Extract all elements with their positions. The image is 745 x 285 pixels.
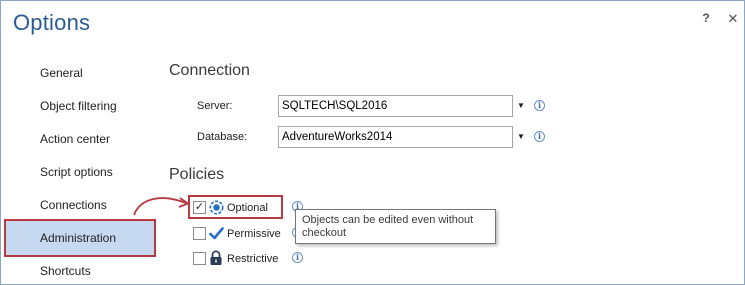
nav-item-administration[interactable]: Administration <box>4 219 156 257</box>
database-combobox[interactable]: AdventureWorks2014 <box>278 126 513 148</box>
options-dialog: Options ? ✕ General Object filtering Act… <box>0 0 745 285</box>
dropdown-arrow-icon[interactable]: ▼ <box>516 95 526 117</box>
dialog-title: Options <box>13 10 91 35</box>
dropdown-arrow-icon[interactable]: ▼ <box>516 126 526 148</box>
optional-policy-icon <box>209 200 224 215</box>
nav-item-shortcuts[interactable]: Shortcuts <box>1 255 161 284</box>
nav-item-action-center[interactable]: Action center <box>1 123 161 155</box>
restrictive-checkbox[interactable] <box>193 252 206 265</box>
help-icon[interactable]: ? <box>699 11 713 25</box>
nav-item-general[interactable]: General <box>1 57 161 89</box>
policies-heading: Policies <box>169 166 225 183</box>
info-icon[interactable]: i <box>292 252 303 263</box>
info-icon[interactable]: i <box>534 100 545 111</box>
database-label: Database: <box>197 131 248 143</box>
permissive-checkmark-icon <box>209 227 224 240</box>
restrictive-label[interactable]: Restrictive <box>227 253 278 265</box>
server-combobox[interactable]: SQLTECH\SQL2016 <box>278 95 513 117</box>
permissive-label[interactable]: Permissive <box>227 228 281 240</box>
lock-icon <box>210 250 222 265</box>
server-label: Server: <box>197 100 233 112</box>
nav-item-script-options[interactable]: Script options <box>1 156 161 188</box>
curved-arrow-icon <box>133 197 190 216</box>
close-icon[interactable]: ✕ <box>726 11 740 27</box>
permissive-checkbox[interactable] <box>193 227 206 240</box>
nav-item-object-filtering[interactable]: Object filtering <box>1 90 161 122</box>
info-icon[interactable]: i <box>534 131 545 142</box>
connection-heading: Connection <box>169 62 250 79</box>
policy-tooltip: Objects can be edited even without check… <box>295 209 496 244</box>
optional-label[interactable]: Optional <box>227 202 268 214</box>
optional-checkbox[interactable]: ✓ <box>193 201 206 214</box>
